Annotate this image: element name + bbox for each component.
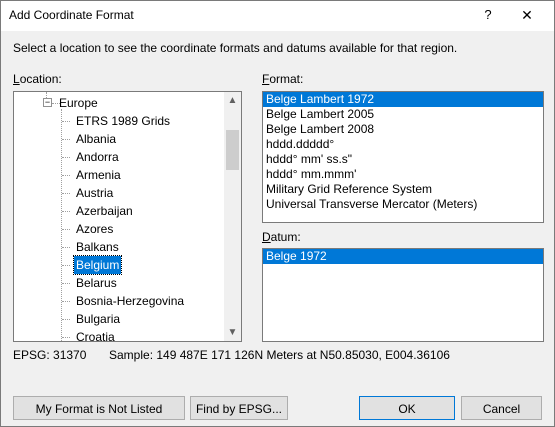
tree-item-label: Balkans [76,240,119,254]
epsg-code: EPSG: 31370 [13,348,87,362]
format-list[interactable]: Belge Lambert 1972 Belge Lambert 2005 Belg… [262,91,544,223]
tree-item-label: ETRS 1989 Grids [76,114,171,128]
datum-label: Datum: [262,230,301,244]
window-title: Add Coordinate Format [9,8,134,22]
location-scrollbar[interactable]: ▲ ▼ [224,92,241,341]
add-coordinate-format-dialog: Add Coordinate Format ? ✕ Select a locat… [0,0,555,427]
tree-item-label: Croatia [76,330,115,342]
scroll-down-icon[interactable]: ▼ [224,324,241,341]
tree-item-azerbaijan[interactable]: Azerbaijan [14,202,222,220]
help-button[interactable]: ? [477,4,499,26]
tree-item-bulgaria[interactable]: Bulgaria [14,310,222,328]
title-bar: Add Coordinate Format ? ✕ [1,1,554,31]
format-list-item[interactable]: hddd° mm.mmm' [263,167,543,182]
my-format-not-listed-button[interactable]: My Format is Not Listed [13,396,185,420]
tree-item-belarus[interactable]: Belarus [14,274,222,292]
format-list-item[interactable]: Belge Lambert 2008 [263,122,543,137]
tree-item-austria[interactable]: Austria [14,184,222,202]
tree-item-andorra[interactable]: Andorra [14,148,222,166]
tree-item-europe[interactable]: − Europe [14,94,222,112]
tree-item-label: Bosnia-Herzegovina [76,294,185,308]
tree-item-armenia[interactable]: Armenia [14,166,222,184]
sample-text: Sample: 149 487E 171 126N Meters at N50.… [109,348,450,362]
datum-list-item[interactable]: Belge 1972 [263,249,543,264]
format-list-item[interactable]: Belge Lambert 2005 [263,107,543,122]
tree-item-label: Albania [76,132,117,146]
find-by-epsg-button[interactable]: Find by EPSG... [190,396,288,420]
cancel-button[interactable]: Cancel [461,396,542,420]
format-list-item[interactable]: Belge Lambert 1972 [263,92,543,107]
location-tree[interactable]: − Europe ETRS 1989 Grids Albania Andorra Ar… [13,91,242,342]
tree-item-label: Armenia [76,168,121,182]
tree-item-label: Belgium [72,255,123,275]
description-text: Select a location to see the coordinate … [13,41,458,55]
location-label: Location: [13,72,62,86]
close-button[interactable]: ✕ [513,4,541,26]
scroll-up-icon[interactable]: ▲ [224,92,241,109]
tree-item-label: Bulgaria [76,312,121,326]
format-list-item[interactable]: Universal Transverse Mercator (Meters) [263,197,543,212]
tree-item-label: Azerbaijan [76,204,133,218]
scroll-thumb[interactable] [226,130,239,170]
tree-item-balkans[interactable]: Balkans [14,238,222,256]
datum-list[interactable]: Belge 1972 [262,248,544,342]
ok-button[interactable]: OK [359,396,455,420]
tree-item-bosnia-herzegovina[interactable]: Bosnia-Herzegovina [14,292,222,310]
tree-item-label: Azores [76,222,114,236]
format-list-item[interactable]: hddd° mm' ss.s" [263,152,543,167]
collapse-icon[interactable]: − [43,98,52,107]
tree-item-belgium[interactable]: Belgium [14,255,222,275]
tree-item-label: Austria [76,186,114,200]
format-label: Format: [262,72,304,86]
format-list-item[interactable]: hddd.ddddd° [263,137,543,152]
tree-item-label: Andorra [76,150,119,164]
tree-item-croatia[interactable]: Croatia [14,328,222,342]
tree-item-azores[interactable]: Azores [14,220,222,238]
tree-item-label: Belarus [76,276,117,290]
format-list-item[interactable]: Military Grid Reference System [263,182,543,197]
tree-item-albania[interactable]: Albania [14,130,222,148]
tree-item-etrs-1989-grids[interactable]: ETRS 1989 Grids [14,112,222,130]
